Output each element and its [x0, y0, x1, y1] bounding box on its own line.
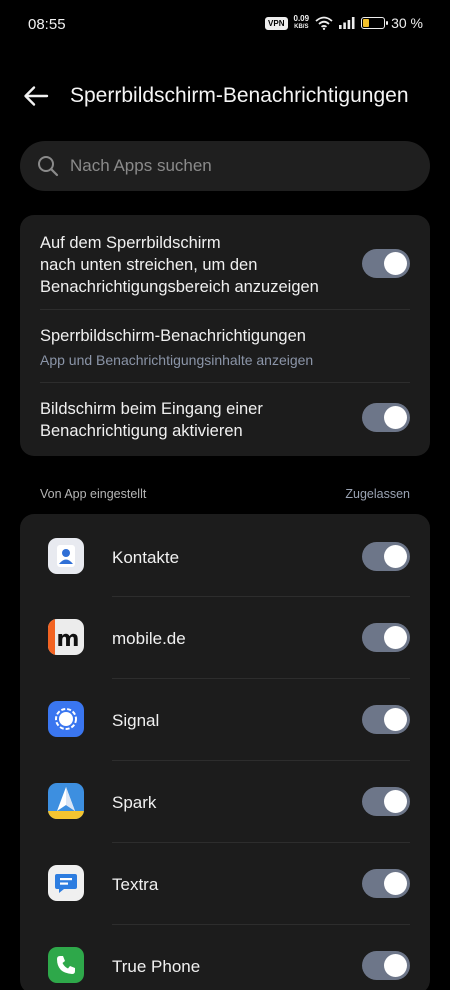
textra-toggle[interactable]	[362, 869, 410, 898]
lockscreen-notifications-row[interactable]: Sperrbildschirm-Benachrichtigungen App u…	[20, 310, 430, 382]
wake-screen-label-line1: Bildschirm beim Eingang einer	[40, 400, 263, 418]
status-time: 08:55	[28, 16, 66, 33]
swipe-down-label-line2: nach unten streichen, um den	[40, 256, 258, 274]
lockscreen-notifications-label: Sperrbildschirm-Benachrichtigungen	[40, 327, 306, 345]
textra-icon	[48, 865, 84, 901]
wake-screen-toggle[interactable]	[362, 403, 410, 432]
toggle-knob	[384, 708, 407, 731]
kontakte-toggle[interactable]	[362, 542, 410, 571]
lockscreen-notifications-sub: App und Benachrichtigungsinhalte anzeige…	[40, 352, 314, 368]
app-name-spark: Spark	[112, 793, 157, 812]
arrow-left-icon[interactable]	[22, 82, 50, 110]
vpn-icon: VPN	[265, 16, 288, 30]
page-title: Sperrbildschirm-Benachrichtigungen	[70, 84, 409, 107]
app-name-kontakte: Kontakte	[112, 548, 180, 567]
signal-toggle[interactable]	[362, 705, 410, 734]
wake-screen-label-line2: Benachrichtigung aktivieren	[40, 422, 243, 440]
app-row-true-phone[interactable]: True Phone	[20, 925, 430, 990]
swipe-down-setting-row[interactable]: Auf dem Sperrbildschirm nach unten strei…	[20, 215, 430, 309]
toggle-knob	[384, 790, 407, 813]
app-name-mobile-de: mobile.de	[112, 629, 186, 648]
mobile-de-toggle[interactable]	[362, 623, 410, 652]
battery-icon	[361, 17, 389, 29]
app-row-spark[interactable]: Spark	[20, 761, 430, 842]
signal-icon	[48, 701, 84, 737]
spark-icon	[48, 783, 84, 819]
section-action: Zugelassen	[345, 487, 410, 501]
battery-percent: 30 %	[391, 15, 423, 31]
toggle-knob	[384, 406, 407, 429]
app-name-true-phone: True Phone	[112, 957, 201, 976]
wifi-icon	[315, 16, 333, 30]
battery-level	[363, 19, 370, 27]
true-phone-toggle[interactable]	[362, 951, 410, 980]
toggle-knob	[384, 626, 407, 649]
search-icon	[38, 156, 59, 177]
wake-screen-setting-row[interactable]: Bildschirm beim Eingang einer Benachrich…	[20, 383, 430, 456]
lockscreen-settings-card: Auf dem Sperrbildschirm nach unten strei…	[20, 215, 430, 456]
swipe-down-label-line1: Auf dem Sperrbildschirm	[40, 234, 221, 252]
app-row-kontakte[interactable]: Kontakte	[20, 514, 430, 596]
apps-card: Kontakte m mobile.de Signal Spark Textra…	[20, 514, 430, 990]
contacts-icon	[48, 538, 84, 574]
section-label: Von App eingestellt	[40, 487, 147, 501]
signal-strength-icon	[339, 17, 355, 29]
app-header: Sperrbildschirm-Benachrichtigungen	[0, 76, 450, 116]
status-bar: 08:55 VPN 0.09 KB/S 30 %	[0, 0, 450, 50]
swipe-down-label-line3: Benachrichtigungsbereich anzuzeigen	[40, 278, 319, 296]
status-icons: VPN 0.09 KB/S 30 %	[265, 15, 423, 31]
app-row-mobile-de[interactable]: m mobile.de	[20, 597, 430, 678]
svg-text:m: m	[57, 627, 80, 652]
phone-icon	[48, 947, 84, 983]
spark-toggle[interactable]	[362, 787, 410, 816]
app-row-textra[interactable]: Textra	[20, 843, 430, 924]
app-name-textra: Textra	[112, 875, 159, 894]
toggle-knob	[384, 872, 407, 895]
app-name-signal: Signal	[112, 711, 160, 730]
network-speed: 0.09 KB/S	[293, 14, 310, 31]
search-bar[interactable]	[20, 141, 430, 191]
app-row-signal[interactable]: Signal	[20, 679, 430, 760]
toggle-knob	[384, 545, 407, 568]
toggle-knob	[384, 954, 407, 977]
mobile-de-icon: m	[48, 619, 84, 655]
swipe-down-toggle[interactable]	[362, 249, 410, 278]
toggle-knob	[384, 252, 407, 275]
search-input[interactable]	[70, 141, 410, 191]
